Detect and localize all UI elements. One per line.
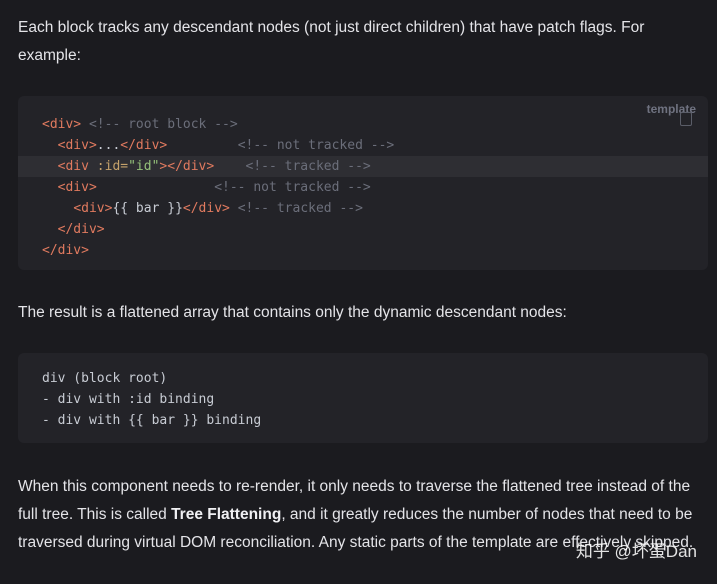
code-tag: <div> — [57, 180, 97, 195]
code-tag: <div> — [57, 138, 97, 153]
code-line: - div with :id binding — [42, 392, 215, 407]
code-tag: </div> — [42, 243, 89, 258]
code-line: div (block root) — [42, 371, 168, 386]
code-string: "id" — [128, 159, 160, 174]
code-line: <div>{{ bar }}</div> <!-- tracked --> — [18, 198, 708, 219]
code-comment: <!-- tracked --> — [214, 159, 371, 174]
code-line: </div> — [18, 240, 708, 261]
code-comment: <!-- not tracked --> — [167, 138, 395, 153]
code-attr: :id= — [88, 159, 129, 174]
code-comment: <!-- root block --> — [81, 117, 238, 132]
code-text: {{ bar }} — [112, 201, 183, 216]
result-paragraph: The result is a flattened array that con… — [18, 304, 567, 321]
code-line: <div> <!-- root block --> — [18, 114, 708, 135]
code-line: <div :id="id"></div> <!-- tracked --> — [18, 156, 708, 177]
code-line: <div> <!-- not tracked --> — [18, 177, 708, 198]
template-code-block: template <div> <!-- root block --> <div>… — [18, 96, 708, 270]
code-text: ... — [96, 138, 121, 153]
code-tag: </div> — [167, 159, 215, 174]
code-line: <div>...</div> <!-- not tracked --> — [18, 135, 708, 156]
code-tag: </div> — [57, 222, 105, 237]
code-line: </div> — [18, 219, 708, 240]
code-tag: </div> — [182, 201, 230, 216]
code-tag: <div — [57, 159, 89, 174]
zhihu-watermark: 知乎 @坏蛋Dan — [575, 542, 697, 561]
code-tag: <div> — [73, 201, 113, 216]
intro-paragraph: Each block tracks any descendant nodes (… — [18, 19, 645, 64]
result-code-block: div (block root) - div with :id binding - … — [18, 353, 708, 443]
code-tag: </div> — [120, 138, 168, 153]
code-tag: <div> — [42, 117, 82, 132]
code-line: - div with {{ bar }} binding — [42, 413, 262, 428]
code-comment: <!-- not tracked --> — [96, 180, 371, 195]
code-comment: <!-- tracked --> — [229, 201, 363, 216]
tree-flattening-term: Tree Flattening — [171, 506, 282, 523]
